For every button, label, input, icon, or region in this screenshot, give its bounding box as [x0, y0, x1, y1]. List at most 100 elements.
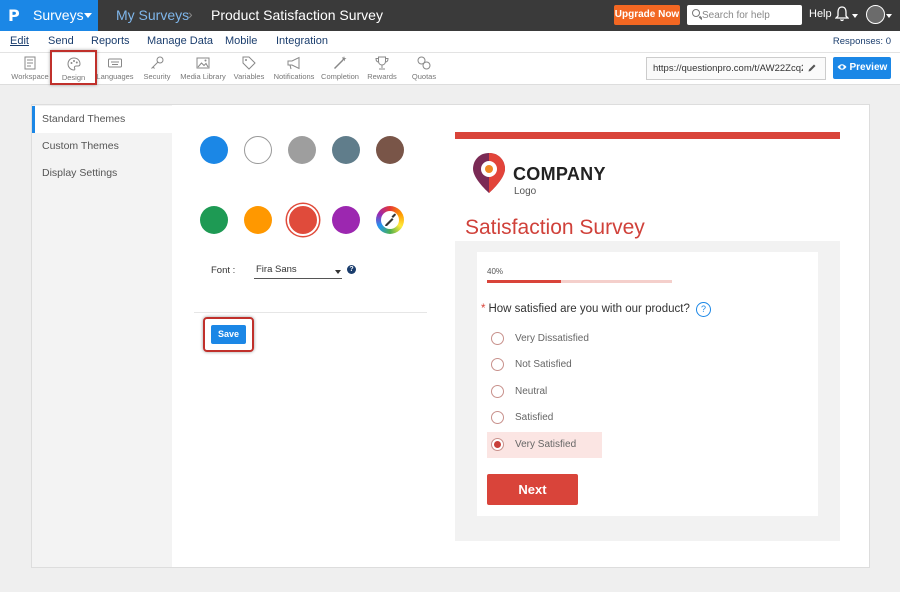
answer-label: Neutral	[515, 386, 548, 397]
question-card: 40% * How satisfied are you with our prod…	[477, 252, 818, 516]
radio-button[interactable]	[491, 358, 504, 371]
notifications-caret-icon[interactable]	[852, 14, 858, 18]
next-button[interactable]: Next	[487, 474, 578, 505]
company-name: COMPANY	[513, 164, 606, 184]
custom-color-picker[interactable]	[376, 206, 404, 234]
tool-languages[interactable]: Languages	[96, 54, 134, 84]
tool-notifications[interactable]: Notifications	[272, 54, 316, 84]
sidenav-standard-themes[interactable]: Standard Themes	[32, 106, 172, 133]
preview-survey-title: Satisfaction Survey	[465, 216, 645, 239]
font-label: Font :	[211, 265, 236, 276]
company-logo-pin-icon	[473, 153, 505, 193]
caret-down-icon	[84, 13, 92, 18]
sidenav-display-settings[interactable]: Display Settings	[32, 160, 172, 187]
radio-button[interactable]	[491, 385, 504, 398]
progress-fill	[487, 280, 561, 283]
help-link[interactable]: Help	[809, 8, 832, 20]
help-search[interactable]	[687, 5, 802, 25]
survey-url-box[interactable]: https://questionpro.com/t/AW22Zcq2j	[646, 57, 826, 80]
company-logo-text: Logo	[514, 186, 537, 197]
breadcrumb-my-surveys[interactable]: My Surveys	[116, 7, 189, 23]
answer-option[interactable]: Not Satisfied	[487, 352, 602, 378]
theme-sidenav: Standard Themes Custom Themes Display Se…	[32, 105, 172, 567]
question-help-icon[interactable]: ?	[696, 302, 711, 317]
tool-label: Media Library	[180, 72, 226, 81]
theme-swatch-orange[interactable]	[244, 206, 272, 234]
help-icon[interactable]: ?	[347, 265, 356, 274]
upgrade-button[interactable]: Upgrade Now	[614, 5, 680, 25]
tool-label: Variables	[233, 72, 265, 81]
tool-design[interactable]: Design	[50, 50, 97, 85]
tool-completion[interactable]: Completion	[319, 54, 361, 84]
menu-mobile[interactable]: Mobile	[225, 35, 257, 47]
menu-integration[interactable]: Integration	[276, 35, 328, 47]
progress-label: 40%	[487, 267, 504, 276]
tool-quotas[interactable]: Quotas	[408, 54, 440, 84]
preview-button[interactable]: Preview	[833, 57, 891, 79]
answer-option[interactable]: Satisfied	[487, 405, 602, 431]
avatar[interactable]	[866, 5, 885, 24]
account-caret-icon[interactable]	[886, 14, 892, 18]
preview-header: COMPANY Logo Satisfaction Survey	[455, 139, 840, 241]
tag-icon	[242, 56, 256, 70]
help-search-input[interactable]	[702, 7, 798, 23]
product-switcher[interactable]: P Surveys	[0, 0, 98, 31]
tool-label: Completion	[321, 72, 359, 81]
theme-swatch-red[interactable]	[287, 204, 319, 236]
survey-preview: COMPANY Logo Satisfaction Survey 40% * Ho…	[455, 132, 840, 541]
required-star: *	[481, 303, 486, 315]
pencil-icon[interactable]	[807, 63, 817, 73]
menu-bar: Edit Send Reports Manage Data Mobile Int…	[0, 31, 900, 53]
radio-button[interactable]	[491, 411, 504, 424]
tool-rewards[interactable]: Rewards	[366, 54, 398, 84]
theme-swatch-purple[interactable]	[332, 206, 360, 234]
design-panel: Standard Themes Custom Themes Display Se…	[31, 104, 870, 568]
question-text: * How satisfied are you with our product?	[481, 303, 690, 315]
answer-option[interactable]: Very Satisfied	[487, 432, 602, 458]
theme-swatch-blue[interactable]	[200, 136, 228, 164]
keyboard-icon	[108, 58, 122, 68]
tool-media-library[interactable]: Media Library	[179, 54, 227, 84]
breadcrumb-separator: ›	[188, 6, 193, 22]
save-button[interactable]: Save	[211, 325, 246, 344]
progress-bar	[487, 280, 672, 283]
menu-edit[interactable]: Edit	[10, 35, 29, 47]
bell-icon[interactable]	[835, 6, 849, 22]
brand-logo: P	[8, 6, 20, 25]
answer-option[interactable]: Very Dissatisfied	[487, 326, 602, 352]
survey-title: Product Satisfaction Survey	[211, 7, 383, 23]
tool-label: Rewards	[367, 72, 397, 81]
sidenav-custom-themes[interactable]: Custom Themes	[32, 133, 172, 160]
tool-variables[interactable]: Variables	[232, 54, 266, 84]
product-name: Surveys	[33, 7, 84, 23]
responses-count: Responses: 0	[832, 36, 891, 47]
survey-url[interactable]: https://questionpro.com/t/AW22Zcq2j	[653, 63, 803, 74]
menu-manage-data[interactable]: Manage Data	[147, 35, 213, 47]
answer-option[interactable]: Neutral	[487, 379, 602, 405]
tool-label: Design	[61, 73, 86, 82]
theme-swatch-brown[interactable]	[376, 136, 404, 164]
theme-accent-bar	[455, 132, 840, 139]
menu-reports[interactable]: Reports	[91, 35, 130, 47]
save-highlight: Save	[203, 317, 254, 352]
preview-label: Preview	[849, 62, 888, 73]
key-icon	[151, 56, 164, 69]
magic-wand-icon	[333, 56, 347, 70]
font-select-value: Fira Sans	[256, 264, 297, 275]
menu-send[interactable]: Send	[48, 35, 74, 47]
tool-label: Notifications	[273, 72, 315, 81]
theme-swatch-slate[interactable]	[332, 136, 360, 164]
radio-button[interactable]	[491, 438, 504, 451]
divider	[194, 312, 427, 313]
tool-workspace[interactable]: Workspace	[10, 54, 50, 84]
theme-swatch-white[interactable]	[244, 136, 272, 164]
theme-swatch-green[interactable]	[200, 206, 228, 234]
tool-label: Security	[143, 72, 171, 81]
tool-label: Languages	[96, 72, 134, 81]
font-select[interactable]: Fira Sans	[254, 261, 342, 279]
tool-security[interactable]: Security	[140, 54, 174, 84]
caret-down-icon	[335, 270, 341, 274]
theme-swatch-gray[interactable]	[288, 136, 316, 164]
radio-button[interactable]	[491, 332, 504, 345]
design-toolbar: Workspace Design Languages Security Medi…	[0, 50, 900, 85]
